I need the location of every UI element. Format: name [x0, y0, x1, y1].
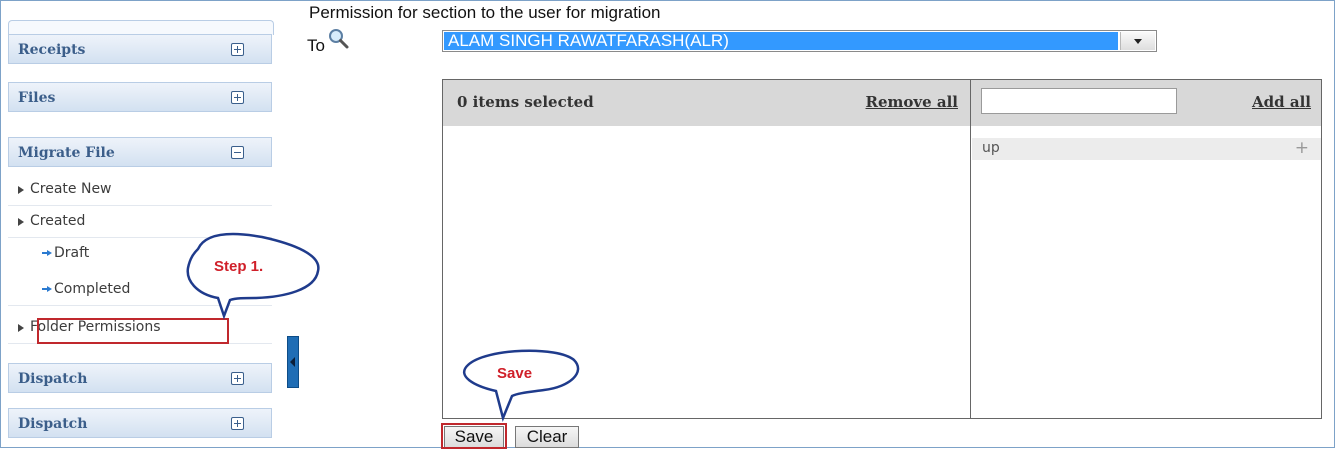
step1-callout-text: Step 1.: [214, 258, 264, 275]
step1-bubble: [186, 232, 320, 320]
save-callout-text: Save: [497, 365, 533, 382]
save-bubble: [462, 349, 580, 422]
annotation-callouts: [186, 232, 580, 422]
